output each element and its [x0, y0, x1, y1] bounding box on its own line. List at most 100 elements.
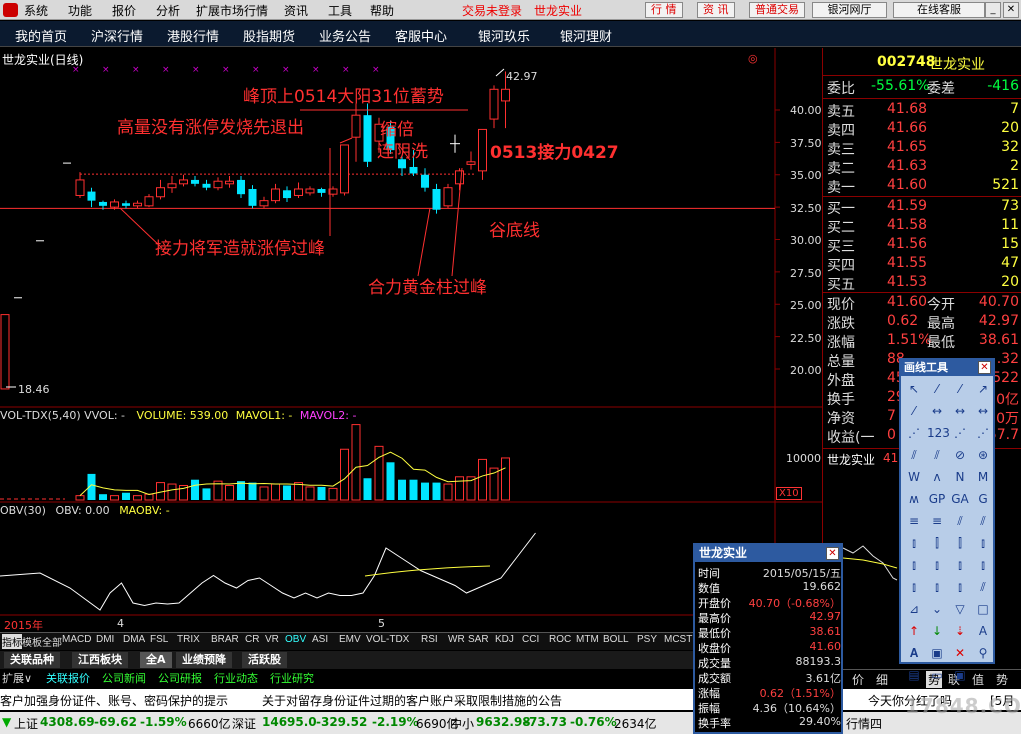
drawing-tool-icon[interactable]: ⚲	[973, 643, 993, 663]
tab-earnings-drop[interactable]: 业绩预降	[176, 652, 232, 668]
indicator-tab[interactable]: DMA	[123, 634, 145, 645]
indicator-tab[interactable]: VOL-TDX	[366, 634, 409, 645]
ask-row[interactable]: 卖二 41.63 2	[827, 158, 1021, 177]
drawing-tool-icon[interactable]: N	[950, 467, 970, 487]
drawing-tool-icon[interactable]: ↑	[904, 621, 924, 641]
menu-quote[interactable]: 报价	[112, 2, 136, 19]
drawing-tool-icon[interactable]: ⇣	[950, 621, 970, 641]
tab-price[interactable]: 价	[852, 671, 864, 688]
sz-index-label[interactable]: 深证	[232, 715, 256, 732]
nav-notice[interactable]: 业务公告	[319, 26, 371, 45]
drawing-tool-icon[interactable]: ⁄	[927, 379, 947, 399]
nav-futures[interactable]: 股指期货	[243, 26, 295, 45]
drawing-tool-icon[interactable]: ⫾	[973, 533, 993, 553]
indicator-tab[interactable]: SAR	[468, 634, 489, 645]
tab-related-products[interactable]: 关联品种	[4, 652, 60, 668]
drawing-tool-icon[interactable]: ⫾	[950, 577, 970, 597]
drawing-tool-icon[interactable]: ⫽	[973, 577, 993, 597]
indicator-tab[interactable]: DMI	[96, 634, 114, 645]
indicator-tab[interactable]: WR	[448, 634, 465, 645]
drawing-tool-icon[interactable]: ⋰	[950, 423, 970, 443]
quote-button[interactable]: 行 情	[645, 2, 683, 18]
tab-company-news[interactable]: 公司新闻	[102, 670, 146, 686]
indicator-tab[interactable]: BRAR	[211, 634, 239, 645]
drawing-tool-icon[interactable]: ⁄	[904, 401, 924, 421]
indicator-tab[interactable]: MACD	[62, 634, 91, 645]
drawing-tool-icon[interactable]: ⋰	[904, 423, 924, 443]
tab-company-research[interactable]: 公司研报	[158, 670, 202, 686]
drawing-tool-icon[interactable]: ʌ	[927, 467, 947, 487]
nav-yinhe-joy[interactable]: 银河玖乐	[478, 26, 530, 45]
tab-jiangxi-sector[interactable]: 江西板块	[72, 652, 128, 668]
indicator-tab[interactable]: PSY	[637, 634, 657, 645]
indicator-tab[interactable]: BOLL	[603, 634, 629, 645]
drawing-tool-icon[interactable]: ↖	[904, 379, 924, 399]
drawing-tool-icon[interactable]: ⌄	[927, 599, 947, 619]
drawing-tool-icon[interactable]: ⫾	[904, 577, 924, 597]
indicator-tab[interactable]: CR	[245, 634, 259, 645]
indicator-tab[interactable]: OBV	[285, 634, 306, 645]
sh-index-label[interactable]: 上证	[14, 715, 38, 732]
bid-row[interactable]: 买一 41.59 73	[827, 198, 1021, 217]
drawing-tool-icon[interactable]: ⫾	[973, 555, 993, 575]
news-item[interactable]: 关于对留存身份证件过期的客户账户采取限制措施的公告	[262, 692, 562, 709]
drawing-tool-icon[interactable]: ⫿	[927, 533, 947, 553]
drawing-tool-icon[interactable]: ⫿	[950, 533, 970, 553]
drawing-tool-icon[interactable]: ▽	[950, 599, 970, 619]
drawing-tool-icon[interactable]: ↔	[927, 401, 947, 421]
online-service-button[interactable]: 在线客服	[893, 2, 985, 18]
sme-index-label[interactable]: 中小	[450, 715, 474, 732]
drawing-tool-icon[interactable]: ✕	[950, 643, 970, 663]
drawing-tool-icon[interactable]: A	[973, 621, 993, 641]
tab-trend-2[interactable]: 势	[996, 671, 1008, 688]
indicator-tab[interactable]: VR	[265, 634, 279, 645]
indicator-tab[interactable]: TRIX	[177, 634, 200, 645]
drawing-tool-icon[interactable]: ↗	[973, 379, 993, 399]
tab-all-a[interactable]: 全A	[140, 652, 172, 668]
news-button[interactable]: 资 讯	[697, 2, 735, 18]
drawing-tool-icon[interactable]: ≡	[927, 511, 947, 531]
ask-row[interactable]: 卖五 41.68 7	[827, 101, 1021, 120]
drawing-tool-icon[interactable]: 123	[927, 423, 950, 443]
drawing-tool-icon[interactable]: ⫽	[973, 511, 993, 531]
bid-row[interactable]: 买四 41.55 47	[827, 255, 1021, 274]
drawing-tool-icon[interactable]: ▣	[927, 643, 947, 663]
indicator-tab[interactable]: ASI	[312, 634, 328, 645]
close-icon[interactable]: ✕	[826, 547, 839, 560]
tab-related-quote[interactable]: 关联报价	[46, 670, 90, 686]
news-item[interactable]: 客户加强身份证件、账号、密码保护的提示	[0, 692, 228, 709]
normal-trade-button[interactable]: 普通交易	[749, 2, 805, 18]
indicator-tab[interactable]: 全部	[42, 634, 62, 649]
nav-service[interactable]: 客服中心	[395, 26, 447, 45]
indicator-tab[interactable]: CCI	[522, 634, 539, 645]
bid-row[interactable]: 买二 41.58 11	[827, 217, 1021, 236]
galaxy-hall-button[interactable]: 银河网厅	[812, 2, 887, 18]
menu-tools[interactable]: 工具	[328, 2, 352, 19]
menu-function[interactable]: 功能	[68, 2, 92, 19]
bid-row[interactable]: 买三 41.56 15	[827, 236, 1021, 255]
drawing-tool-icon[interactable]: ⫾	[927, 577, 947, 597]
menu-info[interactable]: 资讯	[284, 2, 308, 19]
drawing-tool-icon[interactable]: ʍ	[904, 489, 924, 509]
drawing-tools-panel[interactable]: 画线工具 ✕ ↖ ⁄ ⁄ ↗ ⁄ ↔ ↔ ↔ ⋰ 123 ⋰ ⋰ ⫽ ⫽ ⊘ ⊛ Wʌ N Mʍ GP GA G ≡ ≡ ⫽ ⫽ ⫾…	[899, 358, 995, 682]
drawing-tool-icon[interactable]: W	[904, 467, 924, 487]
drawing-tool-icon[interactable]: ⁄	[950, 379, 970, 399]
nav-hk[interactable]: 港股行情	[167, 26, 219, 45]
drawing-tool-icon[interactable]: G	[973, 489, 993, 509]
ask-row[interactable]: 卖一 41.60 521	[827, 177, 1021, 196]
menu-analysis[interactable]: 分析	[156, 2, 180, 19]
close-icon[interactable]: ✕	[1003, 2, 1019, 18]
nav-home[interactable]: 我的首页	[15, 26, 67, 45]
drawing-tool-icon[interactable]: ⫾	[950, 555, 970, 575]
drawing-tool-icon[interactable]: ↔	[973, 401, 993, 421]
tab-expand[interactable]: 扩展∨	[2, 670, 32, 686]
ask-row[interactable]: 卖四 41.66 20	[827, 120, 1021, 139]
bid-row[interactable]: 买五 41.53 20	[827, 274, 1021, 293]
drawing-tool-icon[interactable]: ⫾	[927, 555, 947, 575]
quote-source[interactable]: 行情四	[846, 715, 882, 732]
drawing-tool-icon[interactable]: GP	[927, 489, 947, 509]
drawing-tool-icon[interactable]: ▭	[927, 665, 947, 685]
drawing-tool-icon[interactable]	[973, 665, 993, 685]
indicator-tab[interactable]: FSL	[150, 634, 168, 645]
drawing-tool-icon[interactable]: ↔	[950, 401, 970, 421]
